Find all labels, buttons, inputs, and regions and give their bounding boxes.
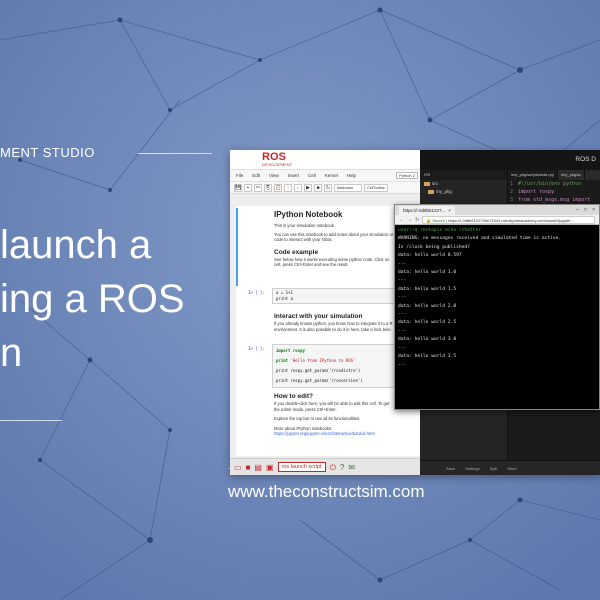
divider [0,420,62,421]
cell-prompt: In [ ]: [248,346,265,351]
menu-help[interactable]: Help [347,173,356,178]
bottom-toolbar: ▭ ■ ▤ ▣ ros launch script ⏻ ? ✉ [230,458,420,475]
monitor-icon[interactable]: ▭ [234,463,242,472]
ide-statusbar: Save Settings Split Wind [420,460,600,475]
editor-line: 2 import rospy [510,189,555,195]
lock-icon: 🔒 [426,217,432,223]
terminal-line: data: hello world 3.5 [398,354,457,360]
jupyter-notebook: ROS DEVELOPMENT File Edit View Insert Ce… [230,150,420,475]
terminal-line: --- [398,295,407,301]
ros-launch-button[interactable]: ros launch script [277,462,326,472]
menu-edit[interactable]: Edit [252,173,260,178]
close-icon[interactable]: × [592,207,595,213]
editor-tab[interactable]: /my_pkg/sc [558,170,586,180]
terminal-line: --- [398,261,407,267]
save-icon[interactable]: 💾 [234,183,242,192]
site-url[interactable]: www.theconstructsim.com [228,482,425,502]
browser-tab[interactable]: https://i-0d8b51227... × [399,205,455,215]
camera-icon[interactable]: ■ [246,463,251,472]
url-field[interactable]: 🔒 Secure | https://i-0d8b5122790e71541.r… [422,215,595,224]
menu-file[interactable]: File [236,173,243,178]
reload-icon[interactable]: ↻ [415,217,419,223]
restart-icon[interactable]: ↻ [324,183,332,192]
ros-logo: ROS DEVELOPMENT [262,151,293,167]
minimize-icon[interactable]: – [576,207,579,213]
terminal-line: data: hello world 1.0 [398,270,457,276]
add-cell-icon[interactable]: + [244,183,252,192]
editor-line: 1 #!/usr/bin/env python [510,181,582,187]
editor-line: 3 from std_msgs.msg import [510,197,591,203]
ide-title: ROS D [575,156,596,163]
terminal-line: --- [398,278,407,284]
menu-insert[interactable]: Insert [288,173,299,178]
doc-link[interactable]: https://jupyter.org/jupyter-doc/2/intera… [274,431,375,436]
terminal-line: data: hello world 3.0 [398,337,457,343]
terminal-line: --- [398,312,407,318]
copy-icon[interactable]: ⎘ [264,183,272,192]
hero-title: launch a ing a ROS n [0,218,185,380]
terminal-line: user:~$ rostopic echo /chatter [398,228,481,233]
cut-icon[interactable]: ✂ [254,183,262,192]
notebook-icon[interactable]: ▣ [266,463,274,472]
maximize-icon[interactable]: □ [584,207,587,213]
window-button[interactable]: Wind [507,466,516,471]
move-down-icon[interactable]: ↓ [294,183,302,192]
power-icon[interactable]: ⏻ [330,463,336,472]
settings-button[interactable]: Settings [465,466,479,471]
paste-icon[interactable]: 📋 [274,183,282,192]
cell-prompt: In [ ]: [248,290,265,295]
folder-icon[interactable]: ▤ [254,463,262,472]
tree-item-src[interactable]: src [420,180,507,188]
address-bar: ← → ↻ 🔒 Secure | https://i-0d8b5122790e7… [395,215,599,225]
menu-view[interactable]: View [269,173,279,178]
move-up-icon[interactable]: ↑ [284,183,292,192]
notebook-body: IPython Notebook This is your simulation… [236,206,420,456]
terminal-line: --- [398,362,407,368]
jupyter-header: ROS DEVELOPMENT [230,150,420,170]
hero-title-line: ing a ROS [0,277,185,321]
terminal-output[interactable]: user:~$ rostopic echo /chatter WARNING: n… [395,225,599,409]
terminal-line: --- [398,328,407,334]
editor-tabs: /my_pkg/scripts/main.py /my_pkg/sc [508,170,600,180]
menu-cell[interactable]: Cell [308,173,316,178]
menu-kernel[interactable]: Kernel [325,173,338,178]
close-icon[interactable]: × [448,206,451,215]
terminal-line: --- [398,345,407,351]
hero-title-line: launch a [0,223,152,267]
ide-header: ROS D [420,150,600,170]
forward-icon[interactable]: → [407,217,412,223]
window-controls: – □ × [576,207,599,213]
terminal-line: data: hello world 2.0 [398,303,457,309]
terminal-line: data: hello world 1.5 [398,286,457,292]
save-button[interactable]: Save [446,466,455,471]
cell-type-select[interactable]: Markdown [334,183,362,192]
split-button[interactable]: Split [490,466,498,471]
back-icon[interactable]: ← [399,217,404,223]
terminal-line: WARNING: no messages received and simula… [398,236,562,242]
studio-label: MENT STUDIO [0,145,95,160]
celltoolbar-button[interactable]: CellToolbar [364,183,388,192]
jupyter-menubar: File Edit View Insert Cell Kernel Help P… [230,170,420,182]
terminal-line: data: hello world 2.5 [398,320,457,326]
hero-title-line: n [0,331,23,375]
help-icon[interactable]: ? [340,463,344,472]
divider [138,153,212,154]
browser-window: https://i-0d8b51227... × – □ × ← → ↻ 🔒 S… [394,204,600,410]
editor-tab[interactable]: /my_pkg/scripts/main.py [508,170,558,180]
tree-item-my-pkg[interactable]: my_pkg [420,188,507,196]
stop-icon[interactable]: ■ [314,183,322,192]
file-tree-header: ros [420,170,507,180]
folder-icon [428,190,434,194]
terminal-line: Is /clock being published? [398,244,470,250]
browser-tabbar: https://i-0d8b51227... × – □ × [395,205,599,215]
cell-text: Explore the top bar to use all its funct… [274,416,361,421]
selected-cell-indicator [236,208,238,286]
jupyter-toolbar: 💾 + ✂ ⎘ 📋 ↑ ↓ ▶ ■ ↻ Markdown CellToolbar [230,182,420,194]
screenshot-window: ROS DEVELOPMENT File Edit View Insert Ce… [230,150,600,475]
run-icon[interactable]: ▶ [304,183,312,192]
chat-icon[interactable]: ✉ [348,463,355,472]
kernel-indicator: Python 2 [396,172,418,179]
terminal-line: data: hello world 0.597 [398,253,462,259]
folder-icon [424,182,430,186]
